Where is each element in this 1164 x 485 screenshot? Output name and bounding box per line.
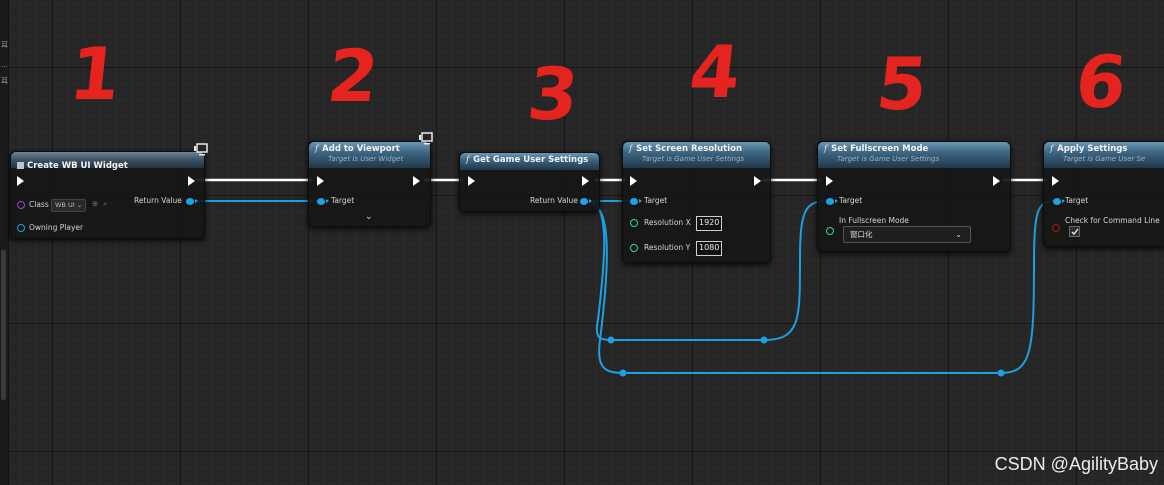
function-icon: f — [315, 144, 319, 154]
node-title: Create WB UI Widget — [27, 161, 128, 171]
annotation-step-5: 5 — [872, 42, 932, 126]
node-set-fullscreen-mode[interactable]: f Set Fullscreen Mode Target is Game User… — [817, 141, 1011, 252]
return-value-label: Return Value — [530, 196, 578, 205]
exec-output-pin[interactable] — [188, 176, 195, 186]
resolution-y-pin[interactable] — [630, 244, 638, 252]
monitor-icon — [194, 143, 208, 156]
function-icon: f — [824, 144, 828, 154]
owning-player-pin[interactable] — [17, 224, 25, 232]
check-command-line-checkbox[interactable] — [1069, 226, 1080, 237]
node-title: Get Game User Settings — [473, 155, 589, 165]
expand-chevron-icon[interactable]: ⌄ — [365, 212, 373, 222]
fullscreen-mode-pin[interactable] — [826, 227, 834, 235]
exec-output-pin[interactable] — [993, 176, 1000, 186]
function-icon: f — [629, 144, 633, 154]
target-label: Target — [1065, 196, 1089, 205]
node-header[interactable]: Create WB UI Widget — [11, 152, 204, 171]
return-value-pin[interactable] — [186, 198, 198, 205]
class-pin[interactable] — [17, 201, 25, 209]
target-pin[interactable] — [317, 198, 329, 205]
resolution-y-label: Resolution Y — [644, 243, 691, 252]
target-pin[interactable] — [1053, 198, 1065, 205]
exec-input-pin[interactable] — [468, 176, 475, 186]
exec-output-pin[interactable] — [582, 176, 589, 186]
search-icon[interactable]: ⌕ — [103, 199, 107, 209]
annotation-step-3: 3 — [523, 52, 583, 136]
exec-input-pin[interactable] — [17, 176, 24, 186]
node-set-screen-resolution[interactable]: f Set Screen Resolution Target is Game Us… — [622, 141, 771, 263]
annotation-step-1: 1 — [65, 32, 125, 116]
node-apply-settings[interactable]: f Apply Settings Target is Game User Se T… — [1043, 141, 1164, 247]
exec-input-pin[interactable] — [1052, 176, 1059, 186]
node-header[interactable]: f Get Game User Settings — [460, 153, 599, 170]
annotation-step-6: 6 — [1071, 40, 1131, 124]
target-pin[interactable] — [826, 198, 838, 205]
target-label: Target — [331, 196, 355, 205]
exec-input-pin[interactable] — [317, 176, 324, 186]
class-dropdown[interactable]: WB UI ⌄ — [51, 199, 87, 212]
node-create-widget[interactable]: Create WB UI Widget Class WB UI ⌄ ⊕ ⌕ Re… — [10, 151, 205, 239]
node-subtitle: Target is Game User Se — [1063, 155, 1146, 163]
function-icon: f — [1050, 144, 1054, 154]
chevron-down-icon: ⌄ — [955, 230, 962, 239]
target-label: Target — [644, 196, 668, 205]
target-label: Target — [839, 196, 863, 205]
node-header[interactable]: f Apply Settings Target is Game User Se — [1044, 142, 1164, 168]
monitor-icon — [419, 132, 433, 145]
owning-player-label: Owning Player — [29, 223, 84, 232]
node-title: Set Screen Resolution — [636, 144, 742, 154]
node-add-to-viewport[interactable]: f Add to Viewport Target is User Widget T… — [308, 141, 431, 227]
reroute-knot-4 — [997, 369, 1005, 377]
target-pin[interactable] — [630, 198, 642, 205]
node-header[interactable]: f Set Screen Resolution Target is Game Us… — [623, 142, 770, 168]
resolution-x-pin[interactable] — [630, 219, 638, 227]
node-subtitle: Target is Game User Settings — [837, 155, 940, 163]
return-value-label: Return Value — [134, 196, 182, 205]
node-title: Set Fullscreen Mode — [831, 144, 929, 154]
node-subtitle: Target is User Widget — [328, 155, 404, 163]
resolution-x-input[interactable]: 1920 — [696, 216, 723, 231]
check-command-line-pin[interactable] — [1052, 224, 1060, 232]
node-title: Add to Viewport — [322, 144, 400, 154]
reroute-knot-2 — [760, 336, 768, 344]
annotation-step-2: 2 — [323, 34, 383, 118]
fullscreen-mode-label: In Fullscreen Mode — [839, 216, 909, 225]
class-label: Class — [29, 200, 49, 209]
widget-blueprint-icon — [17, 162, 24, 169]
check-command-line-label: Check for Command Line — [1065, 216, 1160, 225]
fullscreen-mode-dropdown[interactable]: 窗口化 ⌄ — [843, 226, 971, 243]
reroute-knot-3 — [619, 369, 627, 377]
function-icon: f — [466, 155, 470, 165]
resolution-y-input[interactable]: 1080 — [696, 241, 723, 256]
watermark: CSDN @AgilityBaby — [994, 454, 1158, 474]
browse-icon[interactable]: ⊕ — [92, 199, 98, 209]
class-value: WB UI — [55, 201, 75, 209]
reroute-knot-1 — [607, 336, 615, 344]
annotation-step-4: 4 — [685, 30, 745, 114]
node-get-game-user-settings[interactable]: f Get Game User Settings Return Value — [459, 152, 600, 212]
exec-input-pin[interactable] — [630, 176, 637, 186]
node-title: Apply Settings — [1057, 144, 1128, 154]
fullscreen-mode-value: 窗口化 — [850, 230, 873, 239]
checkmark-icon — [1071, 228, 1079, 236]
exec-input-pin[interactable] — [826, 176, 833, 186]
exec-output-pin[interactable] — [413, 176, 420, 186]
resolution-x-label: Resolution X — [644, 218, 691, 227]
node-header[interactable]: f Add to Viewport Target is User Widget — [309, 142, 430, 168]
node-subtitle: Target is Game User Settings — [642, 155, 745, 163]
return-value-pin[interactable] — [580, 198, 592, 205]
node-header[interactable]: f Set Fullscreen Mode Target is Game User… — [818, 142, 1010, 168]
exec-output-pin[interactable] — [754, 176, 761, 186]
